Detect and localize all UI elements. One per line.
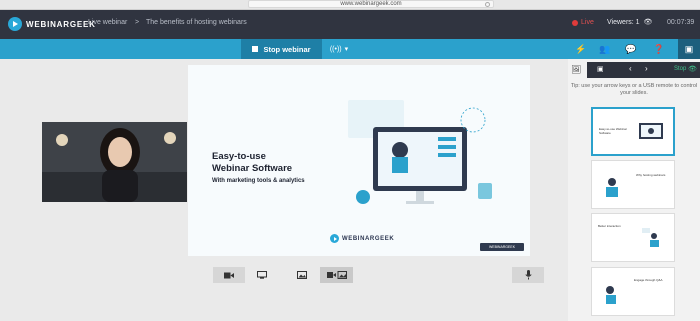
keyboard-tip: Tip: use your arrow keys or a USB remote…: [570, 83, 698, 96]
prev-slide-icon[interactable]: ‹: [629, 64, 632, 73]
thumb-title-4: Engage through Q&A: [634, 278, 663, 282]
slide-badge: WEBINARGEEK: [480, 243, 524, 251]
logo-text: WEBINARGEEK: [26, 19, 96, 29]
slide-subtitle: With marketing tools & analytics: [212, 178, 305, 184]
chevron-down-icon: ▾: [344, 46, 349, 53]
camera-icon: [224, 272, 234, 278]
stop-webinar-label: Stop webinar: [263, 44, 311, 54]
camera-button[interactable]: [213, 267, 245, 283]
slide-title-line2: Webinar Software: [212, 163, 293, 174]
slide-title-line1: Easy-to-use: [212, 151, 266, 162]
broadcast-icon: ((•)): [329, 45, 342, 53]
logo-icon: [8, 17, 22, 31]
flash-icon[interactable]: ⚡: [570, 39, 592, 59]
breadcrumb-live-webinar[interactable]: Live webinar: [88, 19, 127, 26]
slide-thumbnail-1[interactable]: Easy-to-use Webinar Software: [591, 107, 675, 156]
thumb-image-1: [639, 123, 663, 139]
image-icon: [297, 271, 307, 279]
thumb-title-3: Better interaction: [598, 224, 621, 228]
eye-toggle-icon[interactable]: 👁: [688, 65, 697, 73]
camera-slides-button[interactable]: [320, 267, 353, 283]
stop-icon: [252, 46, 259, 52]
questions-icon[interactable]: ❓: [648, 39, 670, 59]
presenter-view-icon[interactable]: ▣: [597, 65, 604, 73]
breadcrumb-webinar-title: The benefits of hosting webinars: [146, 19, 247, 26]
stop-slides-label[interactable]: Stop: [674, 66, 686, 72]
toolbar: Stop webinar ((•)) ▾ ⚡ 👥 💬 ❓ ▣: [0, 39, 700, 59]
reload-icon[interactable]: [485, 2, 490, 7]
slide-navigation: ▣ ‹ › Stop 👁: [587, 62, 700, 78]
current-slide: Easy-to-use Webinar Software With market…: [188, 65, 530, 256]
top-bar: WEBINARGEEK Live webinar > The benefits …: [0, 10, 700, 39]
next-slide-icon[interactable]: ›: [645, 64, 648, 73]
thumb-title-2: Why hosting webinars: [636, 173, 666, 177]
thumb-title-1: Easy-to-use Webinar Software: [599, 127, 627, 135]
layout-icon[interactable]: ▣: [678, 39, 700, 59]
slide-logo: WEBINARGEEK: [330, 234, 394, 243]
camera-image-icon: [326, 271, 347, 279]
slide-thumbnail-4[interactable]: Engage through Q&A: [591, 267, 675, 316]
slide-logo-icon: [330, 234, 339, 243]
thumb-image-2: [606, 178, 618, 197]
slide-thumbnail-2[interactable]: Why hosting webinars: [591, 160, 675, 209]
url-text: www.webinargeek.com: [340, 1, 402, 7]
stop-webinar-button[interactable]: Stop webinar: [241, 39, 322, 59]
thumb-image-3: [642, 228, 659, 247]
screen-icon: [257, 271, 267, 279]
image-upload-icon[interactable]: 🖼: [571, 65, 581, 74]
slides-button[interactable]: [289, 267, 315, 283]
broadcast-dropdown[interactable]: ((•)) ▾: [324, 39, 354, 59]
webcam-feed: [42, 122, 187, 202]
live-label: Live: [581, 19, 594, 26]
mic-icon: [524, 270, 532, 280]
viewers-count[interactable]: Viewers: 1 👁: [607, 18, 652, 26]
thumb-image-4: [606, 286, 616, 304]
microphone-button[interactable]: [512, 267, 544, 283]
viewers-label: Viewers: 1: [607, 19, 640, 26]
presenter-video: [42, 122, 187, 202]
people-icon[interactable]: 👥: [594, 39, 616, 59]
url-bar[interactable]: www.webinargeek.com: [248, 0, 494, 8]
breadcrumb-separator: >: [135, 19, 140, 26]
chat-icon[interactable]: 💬: [620, 39, 642, 59]
logo[interactable]: WEBINARGEEK: [8, 17, 96, 31]
live-status: Live: [572, 19, 594, 26]
screen-share-button[interactable]: [249, 267, 275, 283]
eye-icon: 👁: [643, 19, 653, 26]
slide-logo-text: WEBINARGEEK: [342, 235, 395, 242]
live-dot-icon: [572, 19, 578, 26]
webinar-timer: 00:07:39: [667, 19, 695, 26]
slide-thumbnail-3[interactable]: Better interaction: [591, 213, 675, 262]
browser-bar: www.webinargeek.com: [0, 0, 700, 10]
